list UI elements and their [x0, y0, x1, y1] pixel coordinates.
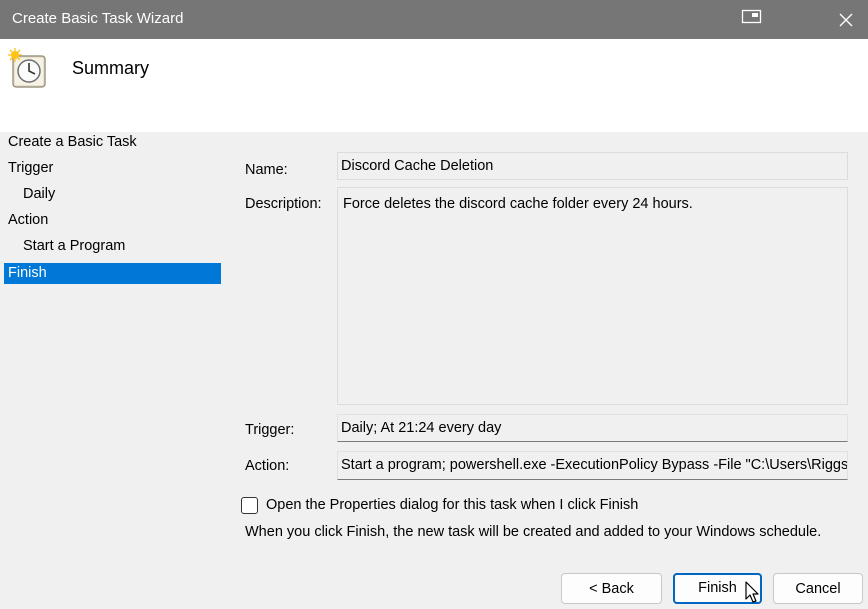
window-title: Create Basic Task Wizard: [12, 10, 184, 27]
mouse-pointer-icon: [745, 581, 759, 603]
step-label: Action: [8, 212, 49, 228]
scheduled-task-clock-icon: [8, 48, 46, 88]
step-start-a-program[interactable]: Start a Program: [4, 236, 221, 257]
step-finish[interactable]: Finish: [4, 263, 221, 284]
step-label: Create a Basic Task: [8, 134, 137, 150]
page-heading: Summary: [72, 58, 150, 78]
finish-info-text: When you click Finish, the new task will…: [245, 524, 822, 540]
step-create-basic-task[interactable]: Create a Basic Task: [4, 132, 221, 153]
snap-layout-icon[interactable]: [741, 9, 763, 25]
step-label: Daily: [23, 186, 56, 202]
action-field[interactable]: Start a program; powershell.exe -Executi…: [337, 451, 848, 480]
trigger-field[interactable]: Daily; At 21:24 every day: [337, 414, 848, 442]
title-bar[interactable]: Create Basic Task Wizard: [0, 0, 868, 39]
name-field[interactable]: Discord Cache Deletion: [337, 152, 848, 180]
open-properties-label[interactable]: Open the Properties dialog for this task…: [266, 497, 638, 513]
trigger-label: Trigger:: [245, 422, 295, 438]
step-label: Trigger: [8, 160, 54, 176]
step-daily[interactable]: Daily: [4, 184, 221, 205]
back-button[interactable]: < Back: [561, 573, 662, 604]
description-field[interactable]: Force deletes the discord cache folder e…: [337, 187, 848, 405]
wizard-header: Summary: [0, 39, 868, 132]
description-label: Description:: [245, 196, 322, 212]
wizard-steps-sidebar: Create a Basic Task Trigger Daily Action…: [0, 132, 228, 609]
step-label: Start a Program: [23, 238, 126, 254]
close-icon[interactable]: [836, 10, 856, 30]
name-label: Name:: [245, 162, 288, 178]
open-properties-checkbox[interactable]: [241, 497, 258, 514]
cancel-button[interactable]: Cancel: [773, 573, 863, 604]
step-trigger[interactable]: Trigger: [4, 158, 221, 179]
step-action[interactable]: Action: [4, 210, 221, 231]
action-label: Action:: [245, 458, 290, 474]
step-label: Finish: [8, 265, 47, 281]
